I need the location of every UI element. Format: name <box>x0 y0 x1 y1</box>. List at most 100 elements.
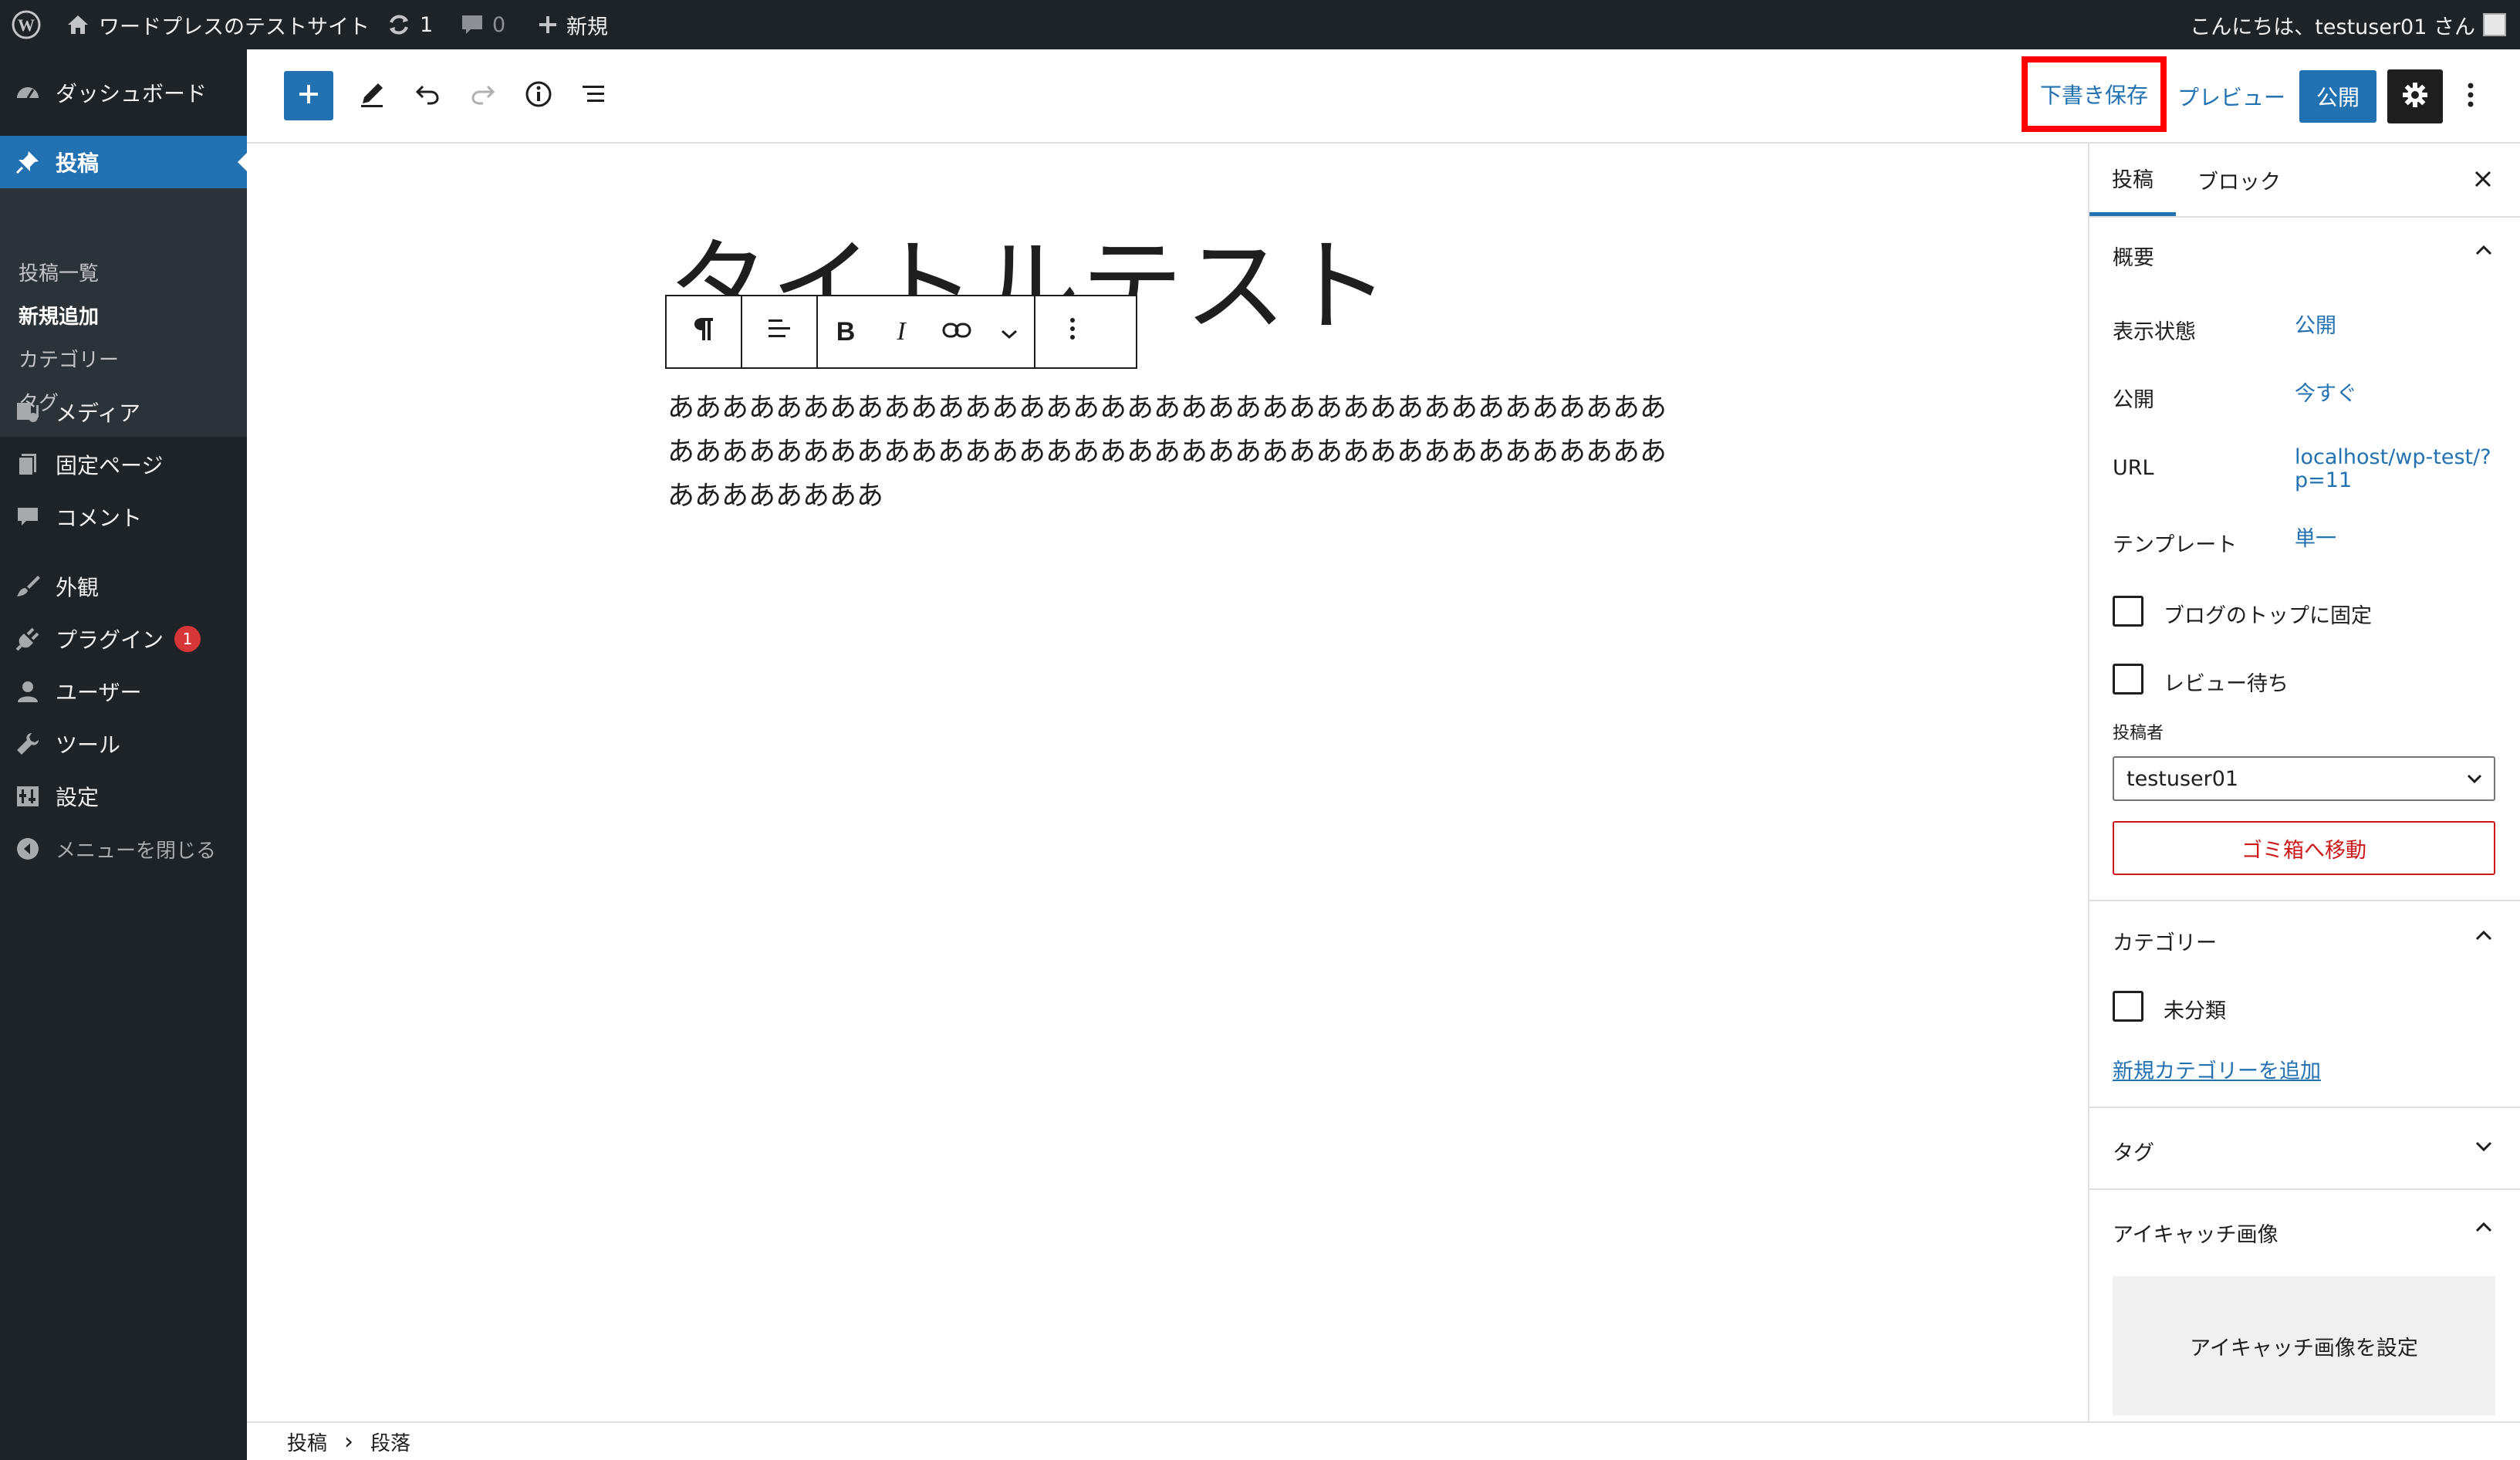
more-vertical-icon <box>2467 82 2474 111</box>
category-uncategorized-checkbox[interactable] <box>2113 991 2143 1022</box>
sidebar-item-tools[interactable]: ツール <box>0 718 247 770</box>
new-label: 新規 <box>566 15 608 39</box>
collapse-menu-label: メニューを閉じる <box>56 839 217 863</box>
pending-review-checkbox[interactable] <box>2113 664 2143 695</box>
sidebar-item-pages[interactable]: 固定ページ <box>0 438 247 491</box>
details-button[interactable] <box>514 71 563 120</box>
chevron-up-icon <box>2474 926 2494 946</box>
sidebar-item-media[interactable]: メディア <box>0 386 247 438</box>
tab-post[interactable]: 投稿 <box>2089 144 2176 216</box>
sidebar-item-label: プラグイン <box>56 627 164 653</box>
settings-toggle-button[interactable] <box>2387 69 2443 123</box>
block-inserter-button[interactable] <box>284 71 333 120</box>
add-category-link[interactable]: 新規カテゴリーを追加 <box>2113 1054 2321 1084</box>
submenu-add-new[interactable]: 新規追加 <box>19 301 99 330</box>
block-options-button[interactable] <box>1035 296 1110 367</box>
sidebar-item-label: 固定ページ <box>56 453 164 478</box>
sidebar-item-plugins[interactable]: プラグイン 1 <box>0 613 247 665</box>
breadcrumb-current: 段落 <box>370 1431 411 1455</box>
tab-block[interactable]: ブロック <box>2197 144 2281 216</box>
tools-edit-button[interactable] <box>347 71 397 120</box>
featured-image-panel-toggle[interactable]: アイキャッチ画像 <box>2089 1190 2520 1267</box>
preview-button[interactable]: プレビュー <box>2177 81 2285 112</box>
chevron-down-icon <box>2474 1136 2494 1156</box>
sidebar-item-users[interactable]: ユーザー <box>0 665 247 718</box>
settings-sidebar: 投稿 ブロック 概要 表示状態 公開 公開 今すぐ URL localhost/… <box>2088 144 2520 1421</box>
publish-button[interactable]: 公開 <box>2299 70 2376 123</box>
tags-panel-title: タグ <box>2113 1141 2154 1165</box>
chevron-down-icon <box>1000 316 1018 347</box>
my-account-link[interactable]: こんにちは、testuser01 さん <box>2190 0 2506 49</box>
featured-image-panel-title: アイキャッチ画像 <box>2113 1223 2278 1247</box>
summary-panel-toggle[interactable]: 概要 <box>2089 218 2520 287</box>
plugins-update-badge: 1 <box>174 626 201 652</box>
sidebar-item-appearance[interactable]: 外観 <box>0 560 247 613</box>
chevron-up-icon <box>2474 241 2494 261</box>
categories-panel-toggle[interactable]: カテゴリー <box>2089 901 2520 971</box>
sidebar-item-label: コメント <box>56 505 143 531</box>
wordpress-logo-icon[interactable]: W <box>11 0 42 49</box>
comment-bubble-icon <box>460 12 485 37</box>
collapse-menu-button[interactable]: メニューを閉じる <box>0 823 247 875</box>
comments-link[interactable]: 0 <box>460 0 505 49</box>
new-content-link[interactable]: 新規 <box>537 0 608 49</box>
redo-button[interactable] <box>458 71 508 120</box>
admin-bar: W ワードプレスのテストサイト 1 0 新規 こんにちは、testuser01 … <box>0 0 2520 49</box>
list-view-button[interactable] <box>569 71 619 120</box>
sidebar-item-label: ダッシュボード <box>56 81 208 106</box>
set-featured-image-button[interactable]: アイキャッチ画像を設定 <box>2113 1276 2495 1415</box>
save-draft-button[interactable]: 下書き保存 <box>2022 56 2167 132</box>
info-icon <box>524 79 553 112</box>
move-to-trash-button[interactable]: ゴミ箱へ移動 <box>2113 821 2495 875</box>
submenu-categories[interactable]: カテゴリー <box>19 344 119 373</box>
align-button[interactable] <box>742 296 816 367</box>
wrench-icon <box>12 731 43 757</box>
sticky-label: ブログのトップに固定 <box>2164 604 2372 628</box>
sticky-checkbox[interactable] <box>2113 596 2143 627</box>
more-vertical-icon <box>1069 316 1076 348</box>
list-view-icon <box>579 79 609 112</box>
media-icon <box>12 399 43 425</box>
admin-sidebar: ダッシュボード 投稿 投稿一覧 新規追加 カテゴリー タグ メディア 固定ページ… <box>0 49 247 1460</box>
publish-date-label: 公開 <box>2113 388 2154 412</box>
plug-icon <box>12 626 43 652</box>
visibility-value[interactable]: 公開 <box>2295 315 2336 338</box>
breadcrumb-root[interactable]: 投稿 <box>287 1428 327 1456</box>
bold-button[interactable]: B <box>818 296 873 367</box>
submenu-all-posts[interactable]: 投稿一覧 <box>19 258 99 286</box>
user-icon <box>12 678 43 705</box>
category-uncategorized-label: 未分類 <box>2164 999 2226 1023</box>
sidebar-item-settings[interactable]: 設定 <box>0 770 247 823</box>
sidebar-item-label: ツール <box>56 732 121 758</box>
author-select[interactable]: testuser01 <box>2113 756 2495 801</box>
home-icon <box>65 12 91 38</box>
options-menu-button[interactable] <box>2455 69 2486 123</box>
paragraph-block[interactable]: ああああああああああああああああああああああああああああああああああああああああ… <box>667 387 1678 519</box>
sidebar-item-comments[interactable]: コメント <box>0 491 247 543</box>
sidebar-item-posts[interactable]: 投稿 <box>0 136 247 188</box>
editor-canvas: タイトルテスト B I ああああああああああああああああああああああああああああ… <box>247 144 2088 1421</box>
sidebar-item-dashboard[interactable]: ダッシュボード <box>0 66 247 119</box>
pending-review-label: レビュー待ち <box>2164 672 2289 696</box>
updates-count: 1 <box>420 12 434 37</box>
close-settings-button[interactable] <box>2468 165 2498 196</box>
align-icon <box>765 315 793 350</box>
italic-button[interactable]: I <box>873 296 929 367</box>
publish-date-value[interactable]: 今すぐ <box>2295 383 2357 406</box>
plus-icon <box>297 83 320 109</box>
url-value[interactable]: localhost/wp-test/?p=11 <box>2295 446 2497 492</box>
link-button[interactable] <box>929 296 985 367</box>
block-type-button[interactable] <box>667 296 741 367</box>
undo-button[interactable] <box>403 71 452 120</box>
pin-icon <box>12 149 43 175</box>
site-name-link[interactable]: ワードプレスのテストサイト <box>65 0 370 49</box>
updates-link[interactable]: 1 <box>386 0 433 49</box>
close-icon <box>2474 170 2492 191</box>
redo-icon <box>469 80 497 111</box>
more-formats-button[interactable] <box>985 296 1034 367</box>
paintbrush-icon <box>12 573 43 600</box>
plus-icon <box>537 14 559 35</box>
dashboard-gauge-icon <box>12 79 43 106</box>
template-value[interactable]: 単一 <box>2295 528 2336 551</box>
tags-panel-toggle[interactable]: タグ <box>2089 1108 2520 1187</box>
